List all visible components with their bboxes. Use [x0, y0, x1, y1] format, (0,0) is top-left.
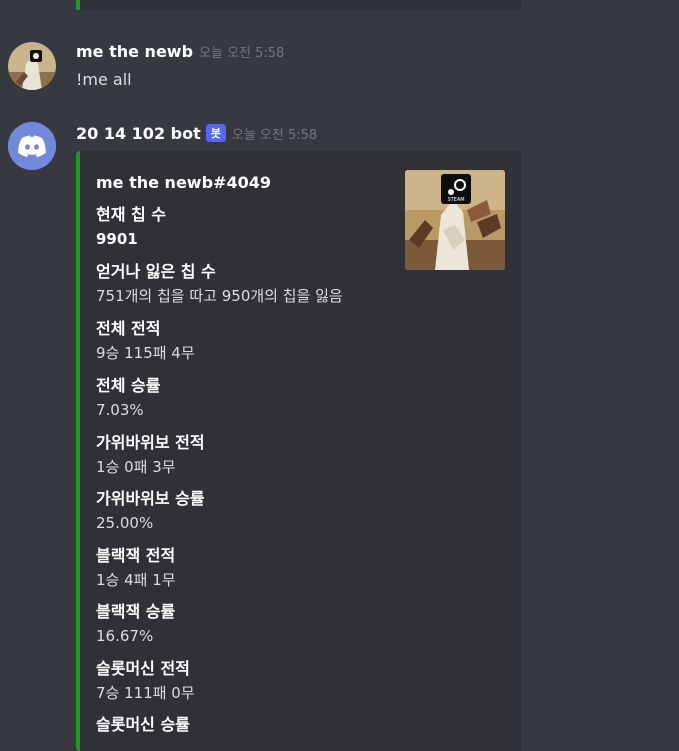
- field-value: 16.67%: [96, 627, 154, 645]
- user-avatar-steam-statue-icon: [8, 42, 56, 90]
- stats-embed: me the newb#4049 STEAM 현재 칩 수 9901 얻거나 잃…: [76, 151, 521, 751]
- user-avatar[interactable]: [8, 42, 56, 90]
- embed-field: 얻거나 잃은 칩 수 751개의 칩을 따고 950개의 칩을 잃음: [96, 260, 396, 308]
- field-value: 1승 0패 3무: [96, 458, 176, 476]
- message-content: !me all: [76, 70, 132, 89]
- field-name: 슬롯머신 전적: [96, 659, 190, 678]
- field-name: 현재 칩 수: [96, 205, 167, 224]
- field-name: 전체 전적: [96, 319, 161, 338]
- timestamp: 오늘 오전 5:58: [231, 128, 318, 143]
- field-name: 얻거나 잃은 칩 수: [96, 262, 216, 281]
- field-name: 블랙잭 전적: [96, 546, 176, 565]
- bot-avatar[interactable]: [8, 122, 56, 170]
- field-value: 25.00%: [96, 514, 154, 532]
- bot-tag: 봇: [205, 124, 226, 142]
- field-value: 7승 111패 0무: [96, 684, 195, 702]
- embed-field: 슬롯머신 승률: [96, 713, 396, 737]
- field-name: 가위바위보 승률: [96, 489, 205, 508]
- field-value: 751개의 칩을 따고 950개의 칩을 잃음: [96, 287, 343, 305]
- embed-field: 가위바위보 승률 25.00%: [96, 487, 396, 535]
- embed-field: 가위바위보 전적 1승 0패 3무: [96, 431, 396, 479]
- steam-statue-thumbnail-icon: STEAM: [405, 170, 505, 270]
- field-value: 1승 4패 1무: [96, 571, 176, 589]
- svg-text:STEAM: STEAM: [447, 197, 464, 203]
- username[interactable]: me the newb 오늘 오전 5:58: [76, 42, 284, 61]
- field-value: 9901: [96, 230, 138, 248]
- field-name: 블랙잭 승률: [96, 602, 176, 621]
- embed-author: me the newb#4049: [96, 173, 271, 192]
- field-name: 가위바위보 전적: [96, 433, 205, 452]
- embed-field: 현재 칩 수 9901: [96, 203, 396, 251]
- field-name: 슬롯머신 승률: [96, 715, 190, 734]
- username-text[interactable]: me the newb: [76, 42, 193, 61]
- field-value: 9승 115패 4무: [96, 344, 195, 362]
- embed-field: 슬롯머신 전적 7승 111패 0무: [96, 657, 396, 705]
- previous-embed: [76, 0, 521, 10]
- field-value: 7.03%: [96, 401, 144, 419]
- field-name: 전체 승률: [96, 376, 161, 395]
- embed-field: 전체 승률 7.03%: [96, 374, 396, 422]
- bot-username[interactable]: 20 14 102 bot 봇 오늘 오전 5:58: [76, 124, 317, 143]
- embed-field: 블랙잭 승률 16.67%: [96, 600, 396, 648]
- discord-logo-icon: [8, 122, 56, 170]
- bot-username-text[interactable]: 20 14 102 bot: [76, 124, 201, 143]
- embed-field: 전체 전적 9승 115패 4무: [96, 317, 396, 365]
- embed-field: 블랙잭 전적 1승 4패 1무: [96, 544, 396, 592]
- embed-thumbnail[interactable]: STEAM: [405, 170, 505, 270]
- timestamp: 오늘 오전 5:58: [199, 46, 285, 61]
